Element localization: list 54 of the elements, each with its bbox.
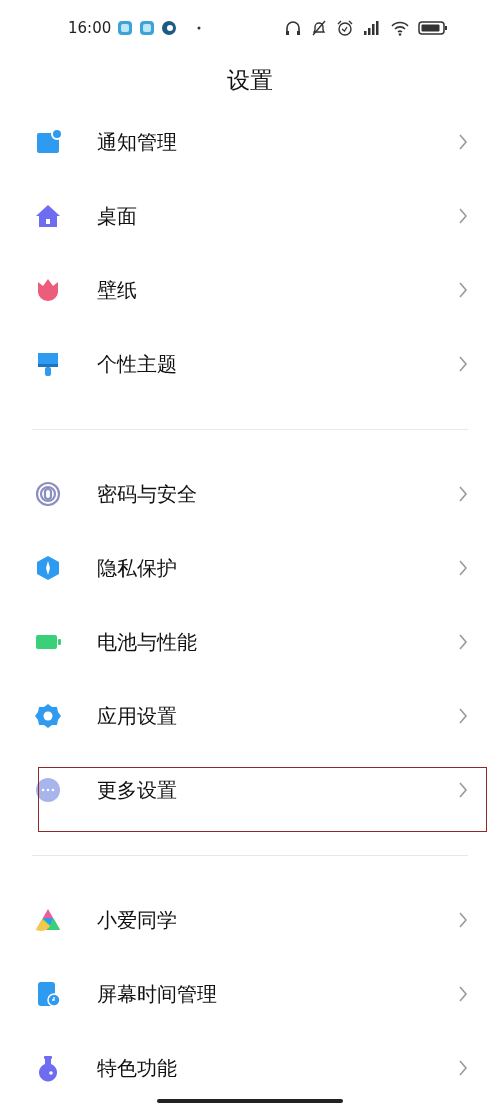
settings-row[interactable]: 壁纸 bbox=[0, 253, 500, 327]
row-label: 壁纸 bbox=[97, 277, 138, 304]
alarm-icon bbox=[336, 19, 354, 37]
bell-square-icon bbox=[34, 128, 62, 156]
chevron-icon bbox=[458, 133, 468, 151]
chevron-icon bbox=[458, 707, 468, 725]
row-label: 通知管理 bbox=[97, 129, 178, 156]
row-label: 屏幕时间管理 bbox=[97, 981, 218, 1008]
page-title: 设置 bbox=[227, 66, 273, 96]
chevron-icon bbox=[458, 559, 468, 577]
row-label: 特色功能 bbox=[97, 1055, 178, 1082]
row-label: 隐私保护 bbox=[97, 555, 178, 582]
chevron-icon bbox=[458, 911, 468, 929]
settings-row[interactable]: 特色功能 bbox=[0, 1031, 500, 1105]
wifi-icon bbox=[390, 19, 410, 37]
signal-icon bbox=[362, 19, 382, 37]
chevron-icon bbox=[458, 985, 468, 1003]
app-notification-icon bbox=[161, 20, 178, 36]
fingerprint-icon bbox=[34, 480, 62, 508]
chevron-icon bbox=[458, 485, 468, 503]
chevron-icon bbox=[458, 281, 468, 299]
more-icon bbox=[34, 776, 62, 804]
row-label: 密码与安全 bbox=[97, 481, 198, 508]
settings-row[interactable]: 隐私保护 bbox=[0, 531, 500, 605]
settings-row[interactable]: 个性主题 bbox=[0, 327, 500, 401]
settings-row[interactable]: 密码与安全 bbox=[0, 457, 500, 531]
dot-icon bbox=[197, 26, 202, 30]
row-label: 桌面 bbox=[97, 203, 138, 230]
settings-row[interactable]: 桌面 bbox=[0, 179, 500, 253]
settings-row[interactable]: 通知管理 bbox=[0, 105, 500, 179]
row-label: 更多设置 bbox=[97, 777, 178, 804]
chevron-icon bbox=[458, 207, 468, 225]
shield-icon bbox=[34, 554, 62, 582]
settings-row[interactable]: 小爱同学 bbox=[0, 883, 500, 957]
app-notification-icon bbox=[117, 20, 134, 36]
gear-icon bbox=[34, 702, 62, 730]
chevron-icon bbox=[458, 1059, 468, 1077]
row-label: 电池与性能 bbox=[97, 629, 198, 656]
chevron-icon bbox=[458, 781, 468, 799]
home-icon bbox=[34, 202, 62, 230]
battery-status-icon bbox=[418, 20, 448, 36]
bell-off-icon bbox=[310, 19, 328, 37]
chevron-icon bbox=[458, 633, 468, 651]
app-notification-icon bbox=[139, 20, 156, 36]
row-label: 应用设置 bbox=[97, 703, 178, 730]
headphones-icon bbox=[284, 19, 302, 37]
settings-row[interactable]: 应用设置 bbox=[0, 679, 500, 753]
chevron-icon bbox=[458, 355, 468, 373]
status-time: 16:00 bbox=[68, 17, 112, 39]
settings-row[interactable]: 电池与性能 bbox=[0, 605, 500, 679]
settings-row[interactable]: 更多设置 bbox=[0, 753, 500, 827]
row-label: 小爱同学 bbox=[97, 907, 178, 934]
row-label: 个性主题 bbox=[97, 351, 178, 378]
settings-row[interactable]: 屏幕时间管理 bbox=[0, 957, 500, 1031]
